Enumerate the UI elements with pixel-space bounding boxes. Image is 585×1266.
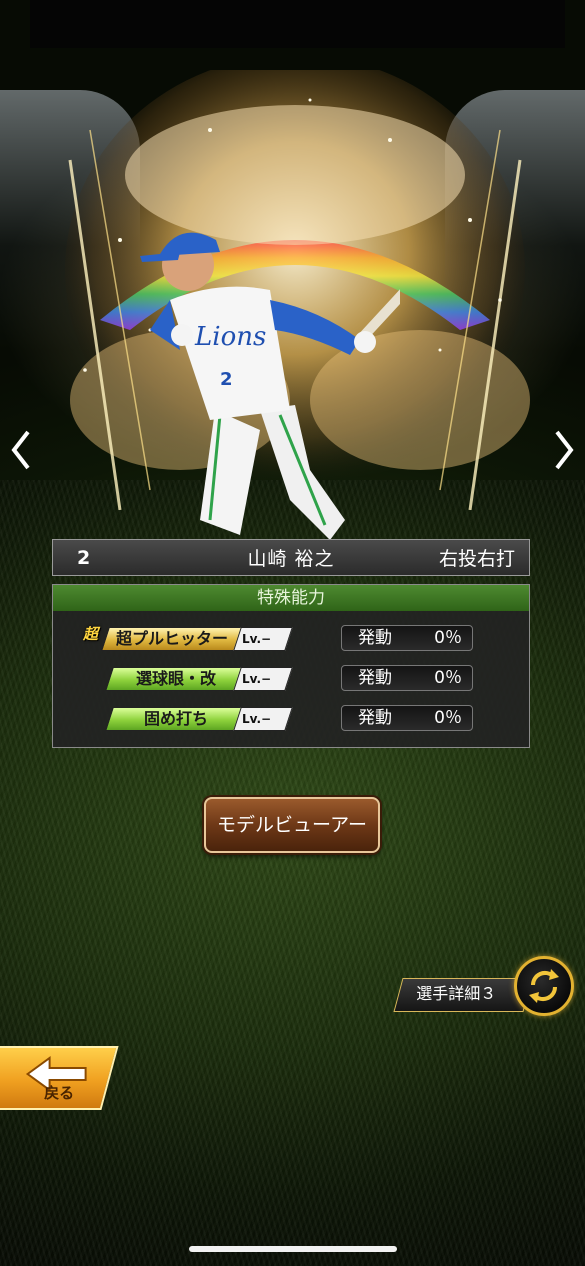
player-image: Lions 2	[140, 232, 400, 540]
chevron-left-icon	[11, 430, 30, 470]
top-bar	[30, 0, 565, 48]
special-ability-panel: 特殊能力 超プルヒッター 超 Lv.− 発動 0％ 選球眼・改 Lv.− 発動 …	[52, 584, 530, 748]
uniform-number: 2	[220, 369, 233, 390]
swap-arrows-icon	[529, 969, 559, 1003]
model-viewer-button[interactable]: モデルビューアー	[204, 797, 380, 853]
ability-effect-box: 発動 0％	[341, 625, 473, 651]
chevron-right-icon	[555, 430, 574, 470]
player-detail-label: 選手詳細３	[416, 984, 497, 1003]
ability-row[interactable]: 選球眼・改 Lv.− 発動 0％	[53, 663, 531, 693]
player-detail-button[interactable]: 選手詳細３	[393, 978, 533, 1012]
ability-level: Lv.−	[233, 707, 293, 731]
prev-player-button[interactable]	[6, 425, 36, 475]
ability-level: Lv.−	[233, 627, 293, 651]
ability-level: Lv.−	[233, 667, 293, 691]
back-label: 戻る	[44, 1084, 75, 1102]
ability-row[interactable]: 超プルヒッター 超 Lv.− 発動 0％	[53, 623, 531, 653]
uniform-logo: Lions	[194, 322, 266, 352]
ability-panel-header: 特殊能力	[53, 585, 529, 611]
ability-tag: 選球眼・改	[105, 667, 247, 691]
ability-tag: 超プルヒッター	[101, 627, 243, 651]
player-name-bar: 2 山崎 裕之 右投右打	[52, 539, 530, 576]
next-player-button[interactable]	[549, 425, 579, 475]
ability-name: 選球眼・改	[135, 669, 216, 688]
chou-badge-icon: 超	[83, 625, 99, 643]
ability-effect-box: 発動 0％	[341, 705, 473, 731]
ability-effect-box: 発動 0％	[341, 665, 473, 691]
ability-name: 固め打ち	[143, 709, 208, 728]
ability-tag: 固め打ち	[105, 707, 247, 731]
swap-button[interactable]	[514, 956, 574, 1016]
back-button[interactable]: 戻る	[0, 1046, 119, 1110]
player-handedness: 右投右打	[438, 548, 515, 570]
ability-name: 超プルヒッター	[115, 629, 228, 648]
home-indicator[interactable]	[189, 1246, 397, 1252]
ability-row[interactable]: 固め打ち Lv.− 発動 0％	[53, 703, 531, 733]
